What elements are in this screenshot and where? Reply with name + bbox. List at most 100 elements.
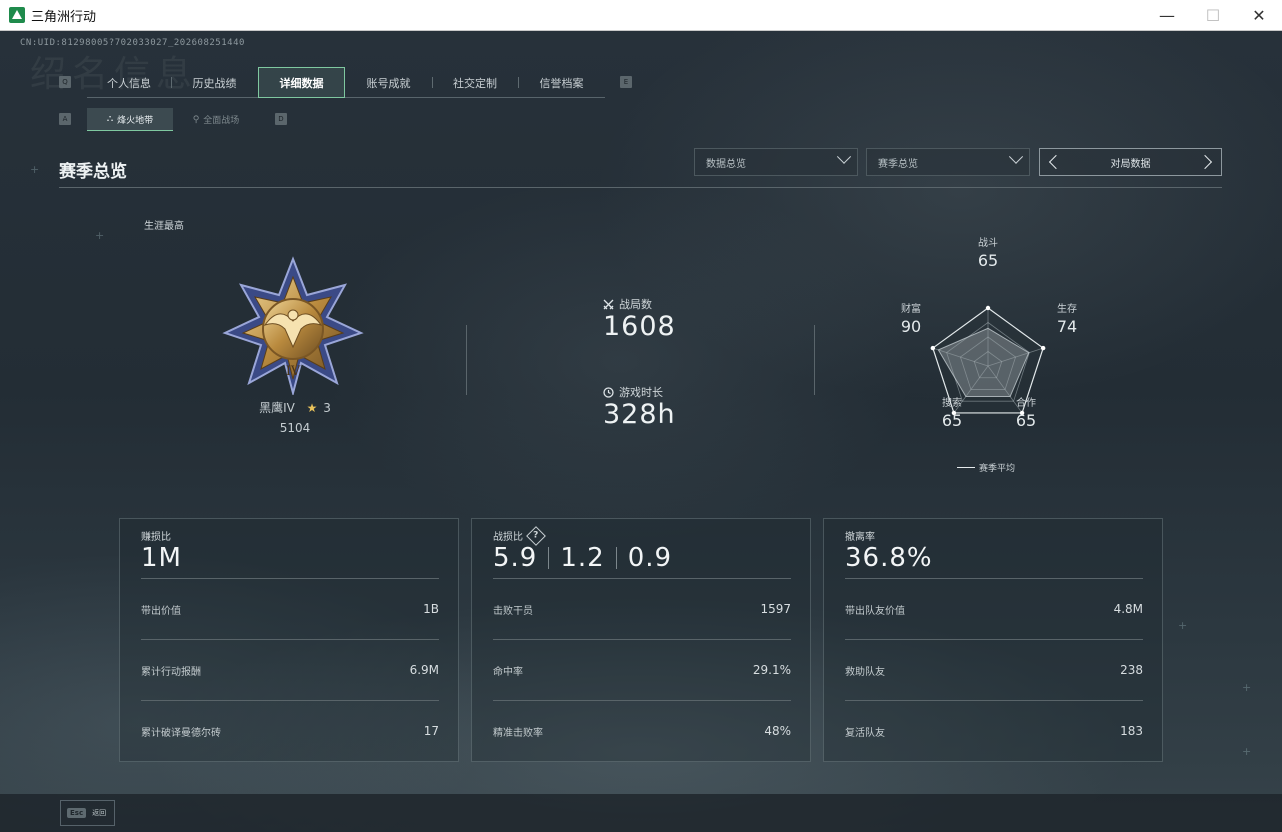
radar-label-combat: 战斗 [978, 238, 998, 249]
back-button[interactable]: Esc 返回 [60, 800, 115, 826]
row-value: 48% [764, 724, 791, 738]
row-value: 29.1% [752, 663, 791, 677]
subtab-full-battlefield[interactable]: ⚲ 全面战场 [173, 108, 259, 131]
card-big-value: 36.8% [845, 543, 933, 573]
radar-vertex-dot [985, 305, 991, 311]
column-divider [814, 325, 815, 395]
kd-value-1: 5.9 [493, 543, 538, 573]
rank-name: 黑鹰IV [259, 401, 295, 415]
column-divider [466, 325, 467, 395]
card-extraction-rate: 撤离率 36.8% 带出队友价值 4.8M 救助队友 238 复活队友 183 [823, 518, 1163, 762]
radar-vertex-dot [930, 345, 936, 351]
radar-label-search: 搜索 [942, 398, 962, 409]
card-big-value: 1M [141, 543, 182, 573]
match-data-pager: 对局数据 [1039, 148, 1222, 176]
game-surface: 绍名信息 CN:UID:81298005?702033027_202608251… [0, 31, 1282, 832]
season-overview-dropdown[interactable]: 赛季总览 [866, 148, 1030, 176]
radar-legend: 赛季平均 [957, 461, 1015, 474]
matches-label: 战局数 [603, 296, 652, 312]
row-value: 183 [1120, 724, 1143, 738]
subtab-label: 烽火地带 [117, 115, 154, 126]
card-kd-ratio: 战损比 ? 5.9 1.2 0.9 击败干员 1597 命中率 29.1% 精准击败… [471, 518, 811, 762]
chevron-left-icon[interactable] [1048, 154, 1064, 170]
rank-medal-icon: IV [222, 256, 364, 395]
back-label: 返回 [92, 809, 107, 817]
mode-icon: ⚲ [192, 114, 200, 125]
row-value: 1597 [760, 602, 791, 616]
row-label: 累计行动报酬 [141, 666, 201, 678]
card-profit-ratio: 赚损比 1M 带出价值 1B 累计行动报酬 6.9M 累计破译曼德尔砖 17 [119, 518, 459, 762]
radar-label-survival: 生存 [1057, 304, 1077, 315]
minimize-button[interactable]: — [1144, 0, 1190, 31]
card-row: 救助队友 238 [845, 639, 1143, 700]
chevron-down-icon [1008, 149, 1024, 164]
tab-social-custom[interactable]: 社交定制 [432, 67, 518, 98]
row-label: 复活队友 [845, 727, 885, 739]
key-hint-d: D [275, 113, 287, 125]
profit-ratio-value: 1M [141, 543, 182, 573]
kd-value-3: 0.9 [627, 543, 673, 573]
playtime-value: 328h [603, 399, 676, 430]
career-highest-label: 生涯最高 [144, 221, 184, 232]
row-value: 238 [1120, 663, 1143, 677]
row-label: 带出价值 [141, 605, 181, 617]
row-label: 救助队友 [845, 666, 885, 678]
extraction-rate-value: 36.8% [845, 543, 933, 573]
data-overview-dropdown[interactable]: 数据总览 [694, 148, 858, 176]
card-title: 赚损比 [141, 532, 171, 543]
window-titlebar: 三角洲行动 — ☐ ✕ [0, 0, 1282, 31]
card-row: 精准击败率 48% [493, 700, 791, 761]
mode-subtabs: ⛬ 烽火地带 ⚲ 全面战场 [87, 108, 259, 131]
clock-icon [603, 386, 614, 398]
legend-label: 赛季平均 [979, 464, 1016, 474]
card-title: 战损比 ? [493, 525, 546, 546]
card-big-value: 5.9 1.2 0.9 [493, 543, 672, 573]
tab-achievements[interactable]: 账号成就 [345, 67, 432, 98]
radar-label-teamwork: 合作 [1016, 398, 1036, 409]
subtab-hazard-zone[interactable]: ⛬ 烽火地带 [87, 108, 173, 131]
chevron-right-icon[interactable] [1197, 154, 1213, 170]
svg-text:IV: IV [286, 364, 301, 379]
card-row: 带出价值 1B [141, 578, 439, 639]
crosshair-decoration: + [95, 229, 105, 242]
key-hint-e: E [620, 76, 632, 88]
legend-line [957, 467, 975, 468]
bottom-bar: Esc 返回 [0, 794, 1282, 832]
radar-label-wealth: 财富 [901, 304, 921, 315]
card-title: 撤离率 [845, 532, 875, 543]
chevron-down-icon [836, 149, 852, 164]
maximize-button[interactable]: ☐ [1190, 0, 1236, 31]
radar-value-teamwork: 65 [1015, 411, 1037, 430]
radar-value-wealth: 90 [900, 317, 922, 336]
dropdown-value: 数据总览 [706, 158, 746, 170]
row-label: 命中率 [493, 666, 523, 678]
rank-stars: 3 [323, 401, 331, 415]
radar-vertex-dot [1040, 345, 1046, 351]
tab-match-history[interactable]: 历史战绩 [171, 67, 258, 98]
crosshair-decoration: + [1242, 681, 1252, 694]
row-value: 1B [423, 602, 439, 616]
tab-personal-info[interactable]: 个人信息 [87, 67, 171, 98]
esc-key-icon: Esc [67, 808, 87, 818]
row-label: 带出队友价值 [845, 605, 905, 617]
close-button[interactable]: ✕ [1236, 0, 1282, 31]
tab-detailed-data[interactable]: 详细数据 [258, 67, 345, 98]
star-icon: ★ [306, 401, 318, 415]
section-divider [59, 187, 1222, 188]
playtime-label: 游戏时长 [603, 384, 663, 400]
window-title: 三角洲行动 [31, 9, 97, 25]
radar-value-search: 65 [941, 411, 963, 430]
row-label: 精准击败率 [493, 727, 543, 739]
row-value: 17 [423, 724, 439, 738]
matches-value: 1608 [603, 311, 676, 342]
delta-logo-icon [9, 7, 25, 23]
card-row: 复活队友 183 [845, 700, 1143, 761]
card-row: 击败干员 1597 [493, 578, 791, 639]
crosshair-decoration: + [30, 163, 40, 176]
pager-label: 对局数据 [1110, 158, 1151, 170]
dropdown-value: 赛季总览 [878, 158, 918, 170]
tab-credit-record[interactable]: 信誉档案 [518, 67, 605, 98]
uid-text: CN:UID:81298005?702033027_202608251440 [20, 38, 245, 48]
kd-value-2: 1.2 [560, 543, 605, 573]
crosshair-decoration: + [1242, 745, 1252, 758]
